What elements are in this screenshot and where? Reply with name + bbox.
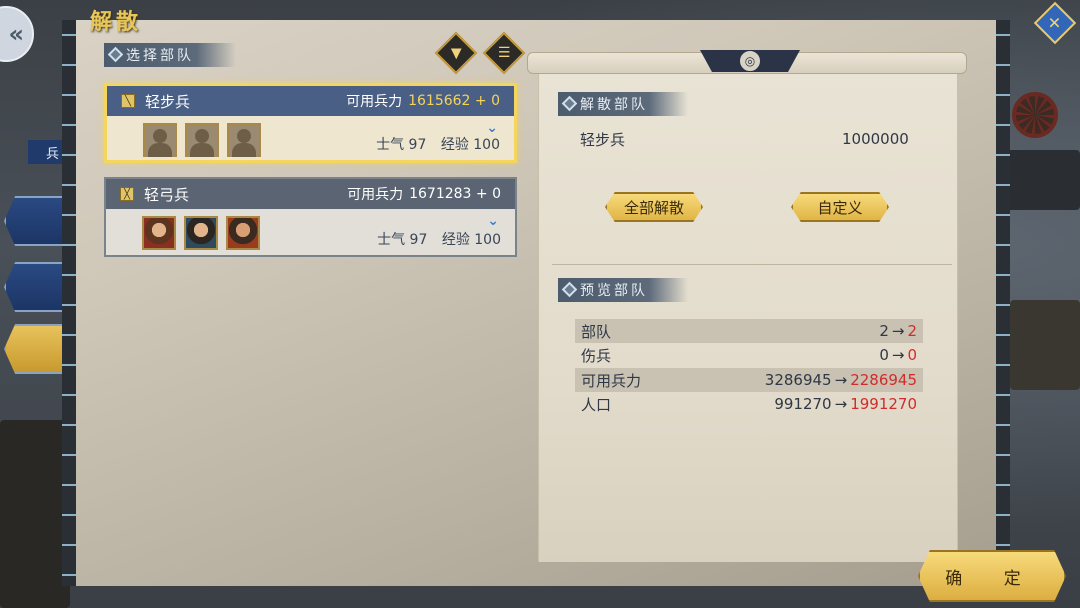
ornament-icon: ◎ — [738, 50, 762, 72]
experience-stat: 经验 100 — [440, 137, 500, 153]
side-tab-2[interactable] — [4, 262, 66, 312]
diamond-icon — [561, 281, 578, 298]
preview-row-available: 可用兵力 3286945 → 2286945 — [575, 368, 923, 392]
side-tab-3-active[interactable] — [4, 324, 66, 374]
panel-border-right — [996, 20, 1010, 586]
back-chevron-icon: « — [8, 20, 24, 48]
backdrop-building — [1010, 300, 1080, 390]
morale-stat: 士气 97 — [377, 232, 428, 248]
sword-icon: ╲ — [121, 94, 135, 108]
preview-to: 2 — [907, 322, 917, 340]
panel-border-left — [62, 20, 76, 586]
empty-general-slot[interactable] — [185, 123, 219, 157]
select-section-header: 选择部队 — [104, 43, 236, 67]
unit-card-header: ╲ 轻步兵 可用兵力 1615662 + 0 — [107, 86, 514, 116]
preview-row-units: 部队 2 → 2 — [575, 319, 923, 343]
arrow-right-icon: → — [834, 371, 848, 389]
backdrop-building — [0, 420, 70, 608]
diamond-icon — [561, 95, 578, 112]
preview-value: 3286945 → 2286945 — [765, 371, 917, 389]
scroll-knob: ◎ — [700, 50, 800, 72]
disband-amount: 1000000 — [842, 130, 909, 148]
preview-label: 部队 — [581, 322, 612, 341]
custom-amount-button[interactable]: 自定义 — [791, 192, 889, 222]
disband-all-button[interactable]: 全部解散 — [605, 192, 703, 222]
side-tab-1[interactable] — [4, 196, 66, 246]
preview-to: 0 — [907, 346, 917, 364]
filter-icon: ▼ — [450, 45, 462, 61]
available-troops-value: 1615662 + 0 — [408, 93, 500, 109]
empty-general-slot[interactable] — [227, 123, 261, 157]
preview-from: 2 — [879, 322, 889, 340]
unit-card-body: ⌄ 士气 97 经验 100 — [107, 116, 514, 160]
preview-value: 0 → 0 — [879, 346, 917, 364]
preview-row-population: 人口 991270 → 1991270 — [575, 392, 923, 416]
arrow-right-icon: → — [891, 322, 905, 340]
page-title: 解散 — [90, 10, 143, 35]
experience-stat: 经验 100 — [441, 232, 501, 248]
general-portrait[interactable] — [184, 216, 218, 250]
available-troops-value: 1671283 + 0 — [409, 186, 501, 202]
disband-section-title: 解散部队 — [580, 97, 648, 113]
arrow-right-icon: → — [834, 395, 848, 413]
general-portrait[interactable] — [226, 216, 260, 250]
list-icon: ☰ — [497, 45, 511, 61]
preview-label: 可用兵力 — [581, 371, 642, 390]
preview-section-title: 预览部队 — [580, 283, 648, 299]
preview-row-wounded: 伤兵 0 → 0 — [575, 343, 923, 367]
disband-unit-name: 轻步兵 — [580, 131, 626, 149]
preview-to: 1991270 — [850, 395, 917, 413]
unit-card-light-archer[interactable]: ╳ 轻弓兵 可用兵力 1671283 + 0 ⌄ 士气 97 经验 100 — [104, 177, 517, 257]
section-divider — [552, 264, 952, 265]
confirm-button[interactable]: 确 定 — [918, 550, 1066, 602]
backdrop-building — [1000, 150, 1080, 210]
available-troops-label: 可用兵力 — [347, 187, 404, 203]
select-section-title: 选择部队 — [126, 48, 194, 64]
preview-section-header: 预览部队 — [558, 278, 688, 302]
preview-from: 0 — [879, 346, 889, 364]
preview-value: 2 → 2 — [879, 322, 917, 340]
disband-section-header: 解散部队 — [558, 92, 688, 116]
waterwheel-decoration — [1012, 92, 1058, 138]
crossed-flag-icon: ✕ — [1048, 13, 1062, 33]
empty-general-slot[interactable] — [143, 123, 177, 157]
preview-from: 3286945 — [764, 371, 832, 389]
morale-stat: 士气 97 — [376, 137, 427, 153]
unit-stats: 士气 97 经验 100 — [366, 134, 500, 154]
preview-label: 人口 — [581, 395, 612, 414]
preview-label: 伤兵 — [581, 346, 612, 365]
arrow-right-icon: → — [891, 346, 905, 364]
unit-stats: 士气 97 经验 100 — [367, 229, 501, 249]
general-portrait[interactable] — [142, 216, 176, 250]
preview-value: 991270 → 1991270 — [774, 395, 917, 413]
available-troops-label: 可用兵力 — [346, 94, 403, 110]
unit-name: 轻弓兵 — [144, 185, 190, 204]
unit-name: 轻步兵 — [145, 92, 191, 111]
unit-card-body: ⌄ 士气 97 经验 100 — [106, 209, 515, 255]
diamond-icon — [107, 46, 124, 63]
unit-card-light-infantry[interactable]: ╲ 轻步兵 可用兵力 1615662 + 0 ⌄ 士气 97 经验 100 — [104, 83, 517, 163]
preview-from: 991270 — [774, 395, 832, 413]
bow-icon: ╳ — [120, 187, 134, 201]
unit-card-header: ╳ 轻弓兵 可用兵力 1671283 + 0 — [106, 179, 515, 209]
preview-to: 2286945 — [850, 371, 917, 389]
chevron-down-icon[interactable]: ⌄ — [487, 213, 499, 229]
